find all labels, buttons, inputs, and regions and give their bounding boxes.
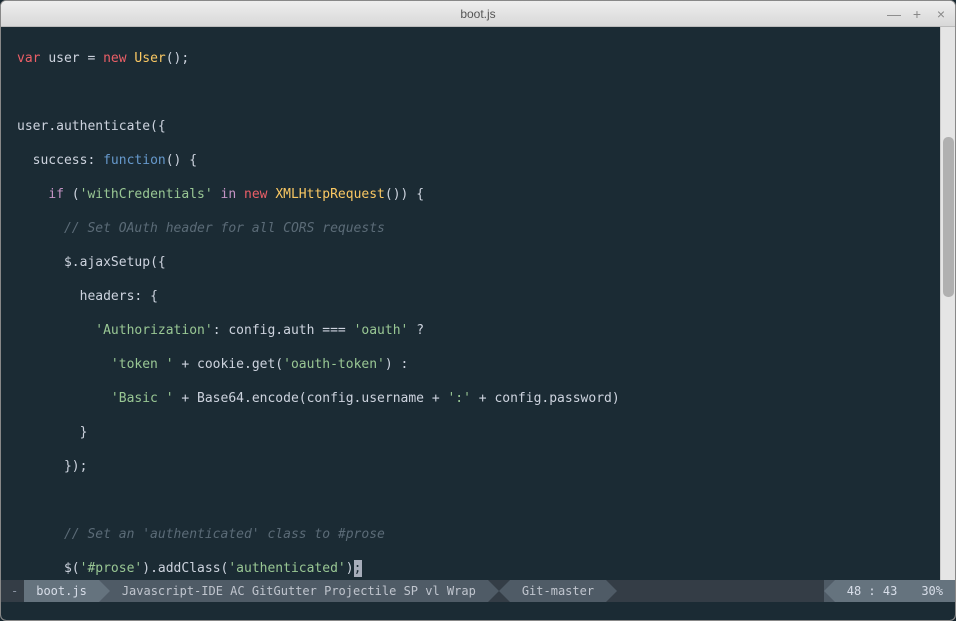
- scrollbar[interactable]: [940, 27, 955, 580]
- code-container[interactable]: var user = new User(); user.authenticate…: [1, 27, 940, 580]
- window-controls: — + ×: [887, 1, 947, 26]
- cursor: ;: [354, 560, 362, 577]
- separator-icon: [488, 580, 499, 602]
- close-icon[interactable]: ×: [935, 6, 947, 22]
- echo-area[interactable]: [1, 602, 955, 620]
- modeline-position[interactable]: 48 : 43: [835, 580, 910, 602]
- separator-icon: [606, 580, 617, 602]
- modeline-filename[interactable]: boot.js: [24, 580, 99, 602]
- separator-icon: [824, 580, 835, 602]
- modeline[interactable]: - boot.js Javascript-IDE AC GitGutter Pr…: [1, 580, 955, 602]
- modeline-modified: -: [1, 584, 24, 598]
- window-frame: boot.js — + × var user = new User(); use…: [0, 0, 956, 621]
- modeline-percent[interactable]: 30%: [909, 580, 955, 602]
- modeline-vcs[interactable]: Git-master: [510, 580, 606, 602]
- scrollbar-thumb[interactable]: [943, 137, 954, 297]
- titlebar[interactable]: boot.js — + ×: [1, 1, 955, 27]
- window-title: boot.js: [460, 7, 495, 21]
- editor-area[interactable]: var user = new User(); user.authenticate…: [1, 27, 955, 580]
- modeline-modes[interactable]: Javascript-IDE AC GitGutter Projectile S…: [110, 580, 488, 602]
- minimize-icon[interactable]: —: [887, 6, 899, 22]
- separator-icon: [499, 580, 510, 602]
- separator-icon: [99, 580, 110, 602]
- maximize-icon[interactable]: +: [911, 6, 923, 22]
